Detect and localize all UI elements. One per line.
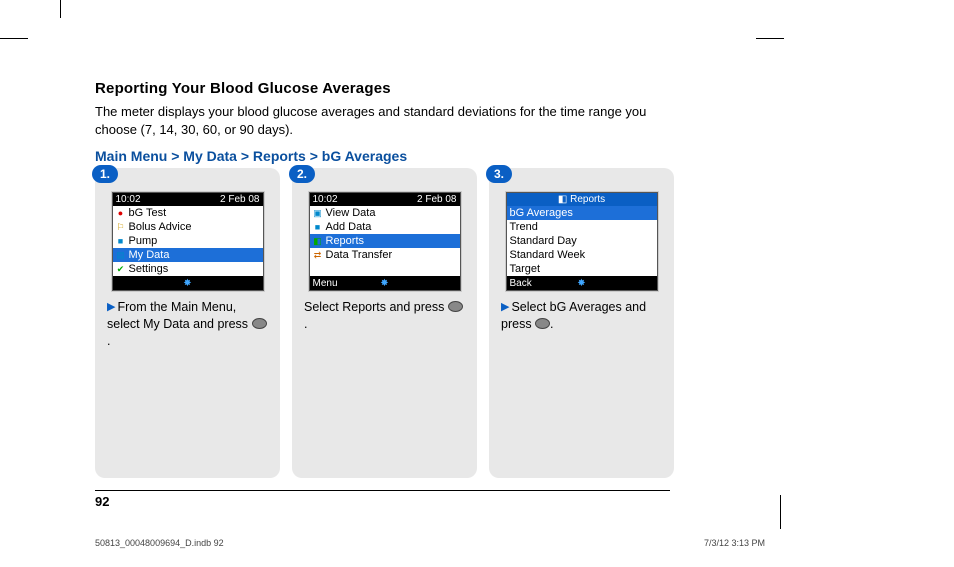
chart-icon: ◧ bbox=[313, 236, 323, 246]
device-screen: 10:022 Feb 08▣View Data■Add Data◧Reports… bbox=[309, 192, 461, 291]
device-date: 2 Feb 08 bbox=[220, 194, 259, 205]
device-menu-item[interactable]: ⇄Data Transfer bbox=[310, 248, 460, 262]
device-time: 10:02 bbox=[313, 194, 338, 205]
oval-button-icon bbox=[535, 318, 550, 329]
step-card: 3. ◧ ReportsbG Averages Trend Standard Day S… bbox=[489, 168, 674, 478]
step-card: 2.10:022 Feb 08▣View Data■Add Data◧Repor… bbox=[292, 168, 477, 478]
pump-icon: ■ bbox=[116, 236, 126, 246]
caret-right-icon: ▶ bbox=[501, 300, 509, 315]
device-menu-item-label: View Data bbox=[326, 207, 376, 219]
device-menu-item-label: bG Test bbox=[129, 207, 167, 219]
device-menu-item-label: My Data bbox=[129, 249, 170, 261]
section-intro: The meter displays your blood glucose av… bbox=[95, 103, 665, 138]
device-menu-item[interactable]: ▤My Data bbox=[113, 248, 263, 262]
step-number-badge: 1. bbox=[92, 165, 118, 183]
caret-right-icon: ▶ bbox=[107, 300, 115, 315]
folder-icon: ▤ bbox=[116, 250, 126, 260]
device-date: 2 Feb 08 bbox=[417, 194, 456, 205]
device-menu-item[interactable]: Standard Day bbox=[507, 234, 657, 248]
device-menu-item-label: Settings bbox=[129, 263, 169, 275]
step-number-badge: 2. bbox=[289, 165, 315, 183]
device-menu-item[interactable]: ■Pump bbox=[113, 234, 263, 248]
oval-button-icon bbox=[252, 318, 267, 329]
device-menu-item-label: Trend bbox=[510, 221, 538, 233]
device-menu-item-label: Standard Day bbox=[510, 235, 577, 247]
device-menu-item[interactable]: Target bbox=[507, 262, 657, 276]
device-menu-item-label: Standard Week bbox=[510, 249, 586, 261]
device-menu-item[interactable]: ■Add Data bbox=[310, 220, 460, 234]
device-menu-item-label: Data Transfer bbox=[326, 249, 393, 261]
device-menu-list: ▣View Data■Add Data◧Reports⇄Data Transfe… bbox=[310, 206, 460, 276]
device-menu-list: ●bG Test⚐Bolus Advice■Pump▤My Data✔Setti… bbox=[113, 206, 263, 276]
section-heading: Reporting Your Blood Glucose Averages bbox=[95, 80, 855, 97]
print-footer: 50813_00048009694_D.indb 92 7/3/12 3:13 … bbox=[95, 538, 765, 548]
step-number-badge: 3. bbox=[486, 165, 512, 183]
step-card: 1.10:022 Feb 08●bG Test⚐Bolus Advice■Pum… bbox=[95, 168, 280, 478]
device-menu-item-label: Add Data bbox=[326, 221, 372, 233]
device-menu-item-label: Reports bbox=[326, 235, 365, 247]
device-menu-item-label: bG Averages bbox=[510, 207, 573, 219]
device-statusbar: 10:02 2 Feb 08 bbox=[113, 193, 263, 206]
device-menu-item[interactable]: ✔Settings bbox=[113, 262, 263, 276]
bluetooth-icon: ✸ bbox=[113, 278, 263, 289]
device-statusbar: 10:02 2 Feb 08 bbox=[310, 193, 460, 206]
step-caption: Select Reports and press . bbox=[292, 299, 477, 333]
crop-mark bbox=[0, 38, 28, 39]
device-menu-item[interactable]: ◧Reports bbox=[310, 234, 460, 248]
manual-page: Reporting Your Blood Glucose Averages Th… bbox=[0, 0, 954, 567]
device-screen: ◧ ReportsbG Averages Trend Standard Day Sta… bbox=[506, 192, 658, 291]
device-softkey-left[interactable]: Menu bbox=[310, 278, 460, 289]
crop-mark bbox=[756, 38, 784, 39]
oval-button-icon bbox=[448, 301, 463, 312]
footer-file: 50813_00048009694_D.indb 92 bbox=[95, 538, 224, 548]
device-footer: ✸ bbox=[113, 276, 263, 290]
device-menu-item[interactable]: bG Averages bbox=[507, 206, 657, 220]
device-time: 10:02 bbox=[116, 194, 141, 205]
device-menu-item-label: Pump bbox=[129, 235, 158, 247]
device-footer: Back✸ bbox=[507, 276, 657, 290]
add-icon: ■ bbox=[313, 222, 323, 232]
steps-row: 1.10:022 Feb 08●bG Test⚐Bolus Advice■Pum… bbox=[95, 168, 855, 478]
device-menu-item-label: Target bbox=[510, 263, 541, 275]
device-menu-item[interactable]: ●bG Test bbox=[113, 206, 263, 220]
page-number: 92 bbox=[95, 490, 670, 509]
view-icon: ▣ bbox=[313, 208, 323, 218]
device-menu-list: bG Averages Trend Standard Day Standard Wee… bbox=[507, 206, 657, 276]
bolus-icon: ⚐ bbox=[116, 222, 126, 232]
breadcrumb: Main Menu > My Data > Reports > bG Avera… bbox=[95, 148, 855, 164]
step-caption-text: From the Main Menu, select My Data and p… bbox=[107, 300, 252, 331]
step-caption-text: Select Reports and press bbox=[304, 300, 448, 314]
blood-drop-icon: ● bbox=[116, 208, 126, 218]
step-caption: ▶From the Main Menu, select My Data and … bbox=[95, 299, 280, 350]
device-menu-item[interactable]: Standard Week bbox=[507, 248, 657, 262]
device-softkey-left[interactable]: Back bbox=[507, 278, 657, 289]
device-menu-item-label: Bolus Advice bbox=[129, 221, 192, 233]
device-footer: Menu✸ bbox=[310, 276, 460, 290]
device-menu-item[interactable]: ⚐Bolus Advice bbox=[113, 220, 263, 234]
device-menu-item[interactable]: ▣View Data bbox=[310, 206, 460, 220]
device-header: ◧ Reports bbox=[507, 193, 657, 206]
footer-timestamp: 7/3/12 3:13 PM bbox=[704, 538, 765, 548]
step-caption-text: Select bG Averages and press bbox=[501, 300, 646, 331]
device-menu-item[interactable]: Trend bbox=[507, 220, 657, 234]
crop-mark bbox=[60, 0, 61, 18]
crop-mark bbox=[780, 495, 781, 529]
transfer-icon: ⇄ bbox=[313, 250, 323, 260]
check-icon: ✔ bbox=[116, 264, 126, 274]
device-screen: 10:022 Feb 08●bG Test⚐Bolus Advice■Pump▤… bbox=[112, 192, 264, 291]
step-caption: ▶Select bG Averages and press . bbox=[489, 299, 674, 333]
